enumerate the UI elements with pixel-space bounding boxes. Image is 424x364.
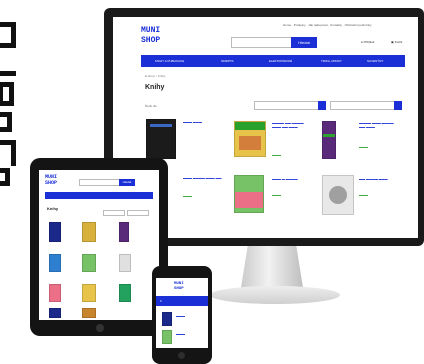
cart-icon: ▣: [391, 40, 394, 44]
book-title[interactable]: ▬▬▬▬ ▬▬ ▬▬▬▬ ▬▬▬ ▬▬ ▬▬▬: [272, 121, 306, 129]
chevron-down-icon[interactable]: [394, 101, 402, 110]
book-cover[interactable]: [234, 121, 266, 157]
book-cover[interactable]: [49, 254, 61, 272]
book-title[interactable]: ▬▬ ▬▬▬▬ ▬▬▬: [359, 177, 399, 181]
book-price: ▬▬▬: [272, 153, 281, 157]
top-link[interactable]: Kontakty: [330, 23, 342, 27]
book-title[interactable]: ▬▬▬ ▬ ▬▬▬▬: [272, 177, 306, 181]
book-cover[interactable]: [234, 175, 264, 213]
book-price: ▬▬▬: [359, 193, 368, 197]
book-cover[interactable]: [162, 330, 172, 344]
book-cover[interactable]: [49, 222, 61, 242]
filter-label: Řadit dle: [145, 104, 157, 108]
nav-item[interactable]: SKRIPTA: [221, 59, 234, 63]
top-link[interactable]: Prodejny: [294, 23, 306, 27]
book-price: ▬▬▬: [183, 194, 192, 198]
login-link[interactable]: ● Přihlásit: [361, 40, 374, 44]
user-icon: ●: [361, 40, 363, 44]
brand-glyph: [0, 82, 14, 106]
menu-icon: ≡: [160, 299, 162, 303]
search-input[interactable]: [79, 179, 121, 186]
mobile-menu-bar[interactable]: ≡: [156, 296, 208, 306]
search-button[interactable]: Hledat: [119, 179, 135, 186]
book-cover[interactable]: [49, 284, 61, 302]
home-button[interactable]: [96, 324, 104, 332]
top-link[interactable]: Obchodní podmínky: [345, 23, 372, 27]
page-title: Knihy: [47, 206, 59, 211]
book-cover[interactable]: [119, 222, 129, 242]
main-nav: KNIHY A PUBLIKACE SKRIPTA ELEKTRONICKÉ T…: [141, 55, 405, 67]
home-button[interactable]: [178, 352, 185, 359]
nav-item[interactable]: ELEKTRONICKÉ: [269, 59, 292, 63]
brand-glyph: [0, 56, 16, 76]
book-cover[interactable]: [82, 284, 96, 302]
sort-select[interactable]: [330, 101, 396, 110]
book-cover[interactable]: [49, 308, 61, 318]
book-cover[interactable]: [146, 119, 176, 159]
search-button[interactable]: Hledat: [291, 37, 317, 48]
category-select[interactable]: [103, 210, 125, 216]
book-cover[interactable]: [322, 121, 336, 159]
monitor-base: [210, 286, 340, 304]
shop-logo[interactable]: MUNI SHOP: [141, 27, 160, 45]
shop-logo[interactable]: MUNI SHOP: [45, 175, 57, 186]
brand-glyph: [0, 140, 16, 166]
page-title: Knihy: [145, 84, 165, 91]
nav-item[interactable]: KNIHY A PUBLIKACE: [155, 59, 184, 63]
main-nav[interactable]: [45, 192, 153, 199]
book-title[interactable]: ▬▬▬: [176, 332, 185, 336]
nav-item[interactable]: SUVENÝRY: [367, 59, 383, 63]
cart-link[interactable]: ▣ Košík: [391, 40, 402, 44]
phone-screen: MUNI SHOP ≡ ▬▬▬ ▬▬▬: [156, 278, 208, 348]
brand-glyph: [0, 112, 12, 132]
book-cover[interactable]: [82, 222, 96, 242]
book-price: ▬▬▬: [272, 193, 281, 197]
chevron-down-icon[interactable]: [318, 101, 326, 110]
book-cover[interactable]: [82, 308, 96, 318]
book-title[interactable]: ▬▬▬ ▬▬▬: [183, 120, 223, 124]
book-cover[interactable]: [119, 284, 131, 302]
nav-item[interactable]: TRIKA, MIKINY: [321, 59, 342, 63]
brand-glyph: [0, 168, 10, 186]
category-select[interactable]: [254, 101, 320, 110]
book-price: ▬▬▬: [359, 145, 368, 149]
book-cover[interactable]: [322, 175, 354, 215]
top-link[interactable]: Jak nakupovat: [308, 23, 327, 27]
top-links: Home · Prodejny · Jak nakupovat · Kontak…: [283, 23, 372, 27]
search-input[interactable]: [231, 37, 293, 48]
book-title[interactable]: ▬▬▬▬ ▬▬▬ ▬▬▬▬ ▬▬ ▬▬▬: [359, 121, 399, 129]
book-cover[interactable]: [162, 312, 172, 326]
breadcrumb[interactable]: E-shop > Knihy: [145, 74, 165, 78]
book-cover[interactable]: [119, 254, 131, 272]
tablet-screen: MUNI SHOP Hledat Knihy: [39, 170, 159, 320]
shop-logo[interactable]: MUNI SHOP: [174, 282, 184, 291]
brand-glyph: [0, 22, 16, 48]
sort-select[interactable]: [127, 210, 149, 216]
top-link[interactable]: Home: [283, 23, 291, 27]
book-title[interactable]: ▬▬▬: [176, 314, 185, 318]
book-title[interactable]: ▬▬▬ ▬▬▬▬ ▬▬▬ ▬▬: [183, 176, 223, 180]
book-cover[interactable]: [82, 254, 96, 272]
